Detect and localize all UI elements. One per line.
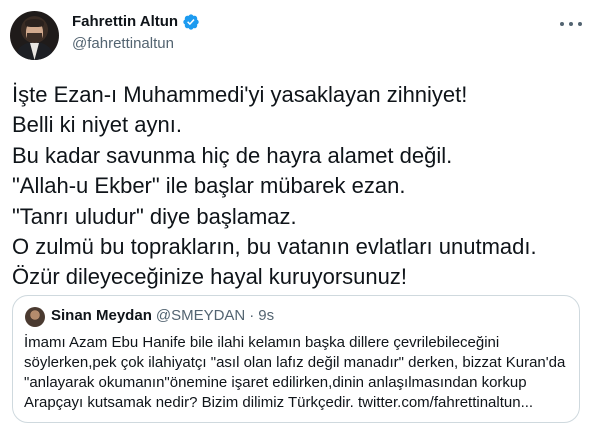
more-options-icon[interactable] (560, 17, 582, 31)
tweet-text-line: Özür dileyeceğinize hayal kuruyorsunuz! (12, 264, 407, 290)
quoted-text-line: Arapçayı kutsamak nedir? Bizim dilimiz T… (24, 394, 534, 411)
author-avatar[interactable] (10, 11, 59, 60)
tweet-text-line: "Allah-u Ekber" ile başlar mübarek ezan. (12, 173, 406, 199)
tweet-text-line: İşte Ezan-ı Muhammedi'yi yasaklayan zihn… (12, 82, 468, 107)
quoted-author-avatar (25, 307, 45, 327)
author-display-name[interactable]: Fahrettin Altun (72, 13, 178, 31)
avatar-hair (25, 19, 44, 27)
more-dot (560, 22, 564, 26)
quoted-tweet[interactable]: Sinan Meydan @SMEYDAN · 9s İmamı Azam Eb… (12, 295, 580, 423)
quoted-text-line: söylerken,pek çok ilahiyatçı "asıl olan … (24, 354, 566, 371)
quoted-text: İmamı Azam Ebu Hanife bile ilahi kelamın… (24, 333, 570, 413)
quoted-author-handle: @SMEYDAN (155, 307, 246, 324)
quoted-text-line: "anlayarak okumanın"önemine işaret edili… (24, 374, 527, 391)
tweet-text-line: O zulmü bu toprakların, bu vatanın evlat… (12, 234, 537, 260)
author-name-row: Fahrettin Altun (72, 13, 200, 31)
tweet-text-line: "Tanrı uludur" diye başlamaz. (12, 203, 297, 229)
tweet-text-line: Bu kadar savunma hiç de hayra alamet değ… (12, 142, 453, 168)
avatar-beard (27, 33, 42, 43)
tweet-text: İşte Ezan-ı Muhammedi'yi yasaklayan zihn… (12, 80, 582, 293)
quoted-author-name: Sinan Meydan (51, 307, 152, 324)
verified-badge-icon (182, 13, 200, 31)
quoted-timestamp: 9s (258, 307, 275, 324)
quoted-separator: · (249, 307, 255, 324)
quoted-author-row: Sinan Meydan @SMEYDAN · 9s (51, 307, 274, 325)
more-dot (578, 22, 582, 26)
tweet-card: Fahrettin Altun @fahrettinaltun İşte Eza… (0, 0, 593, 431)
author-handle[interactable]: @fahrettinaltun (72, 35, 174, 53)
more-dot (569, 22, 573, 26)
tweet-text-line: Belli ki niyet aynı. (12, 112, 182, 138)
quoted-text-line: İmamı Azam Ebu Hanife bile ilahi kelamın… (24, 334, 500, 351)
